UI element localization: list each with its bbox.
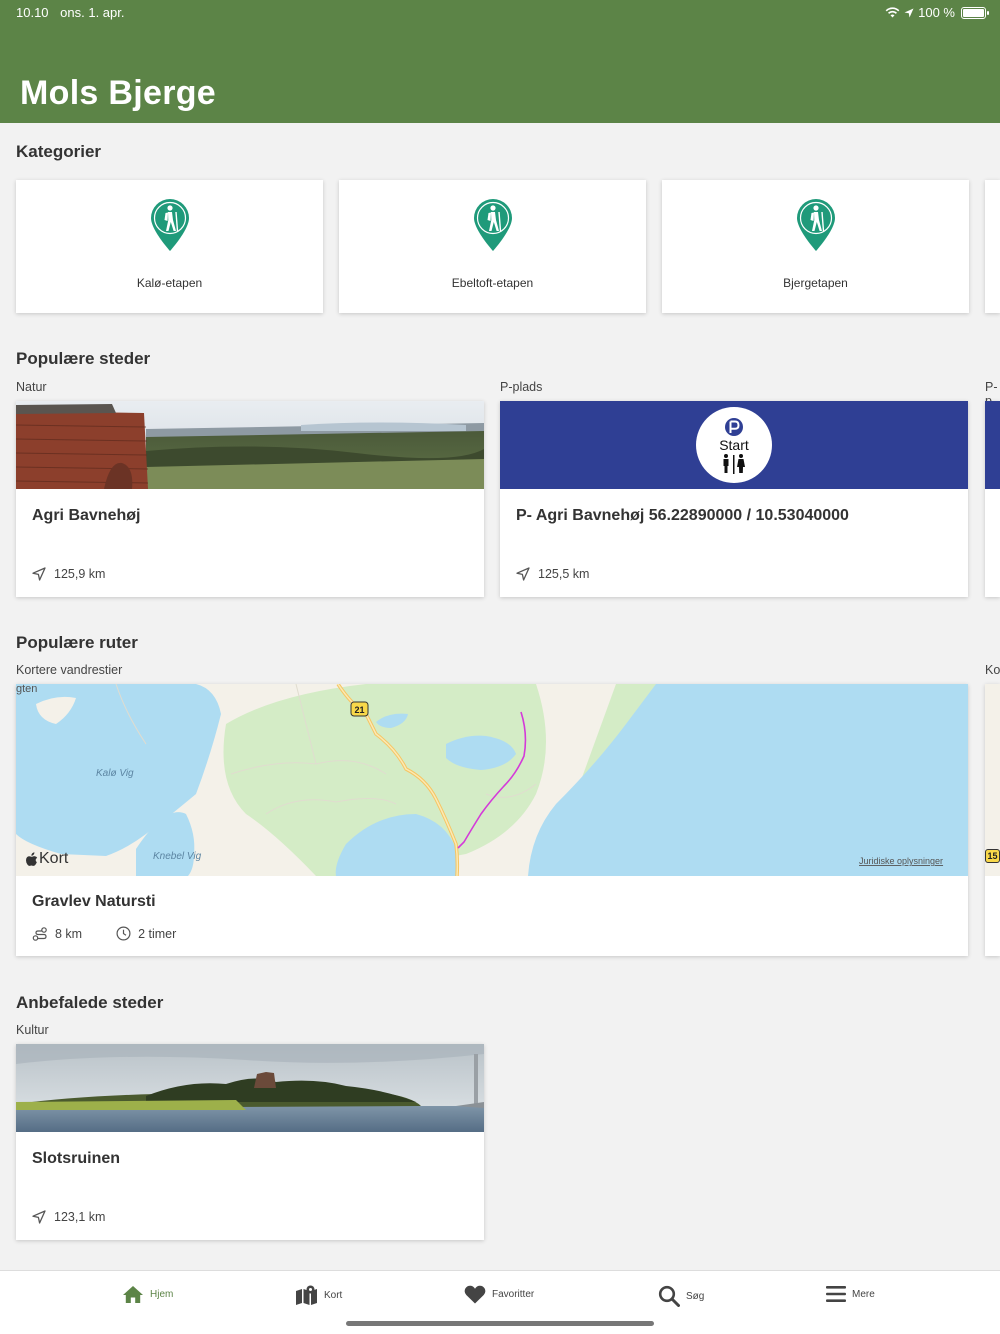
route-card-gravlev-natursti[interactable]: 21 gten Kalø Vig Knebel Vig Juridiske op… [16, 684, 968, 956]
hiker-pin-icon [796, 199, 835, 251]
landscape-photo [16, 401, 484, 489]
map-water-label: Kalø Vig [96, 768, 134, 779]
map-brand-text: Kort [39, 850, 69, 867]
route-card-partial[interactable]: 15 [985, 684, 1000, 956]
location-arrow-icon [904, 8, 914, 17]
place-name: Slotsruinen [32, 1150, 121, 1167]
status-bar-right: 100 % [885, 5, 989, 20]
route-distance-icon [32, 926, 47, 941]
place-name: P- Agri Bavnehøj 56.22890000 / 10.530400… [516, 507, 849, 524]
section-title-popular-places: Populære steder [16, 349, 151, 368]
map-legal-link[interactable]: Juridiske oplysninger [859, 856, 943, 866]
tab-label: Favoritter [492, 1289, 535, 1300]
heart-icon [464, 1285, 486, 1304]
distance-value: 125,5 km [538, 567, 590, 581]
place-category-label: Natur [16, 380, 47, 394]
map-place-label: gten [16, 684, 37, 695]
route-meta: 8 km 2 timer [32, 926, 210, 941]
page-title: Mols Bjerge [20, 74, 217, 112]
category-card-partial[interactable] [985, 180, 1000, 313]
place-category-label: P-plads [500, 380, 543, 394]
category-card-ebeltoft[interactable]: Ebeltoft-etapen [339, 180, 646, 313]
place-distance: 125,5 km [516, 567, 589, 581]
place-card-p-agri-bavnehoj[interactable]: Start P- Agri Bavnehøj 56.22890000 / 10.… [500, 401, 968, 597]
section-title-categories: Kategorier [16, 142, 102, 161]
category-card-kalo[interactable]: Kalø-etapen [16, 180, 323, 313]
status-date: ons. 1. apr. [60, 5, 125, 20]
status-bar-left: 10.10 ons. 1. apr. [16, 5, 133, 20]
tab-search[interactable]: Søg [658, 1285, 704, 1307]
route-length-value: 8 km [55, 926, 83, 941]
home-indicator[interactable] [346, 1321, 654, 1326]
hamburger-menu-icon [826, 1286, 846, 1302]
distance-value: 125,9 km [54, 567, 106, 581]
map-water-label: Knebel Vig [153, 851, 202, 862]
place-name: Agri Bavnehøj [32, 507, 141, 524]
distance-value: 123,1 km [54, 1210, 106, 1224]
route-name: Gravlev Natursti [32, 893, 156, 910]
category-label: Kalø-etapen [136, 276, 203, 290]
tab-more[interactable]: Mere [826, 1285, 875, 1303]
map-icon [296, 1285, 317, 1305]
tab-favorites[interactable]: Favoritter [464, 1285, 534, 1304]
route-category-label-partial: Kor [985, 663, 1000, 677]
section-title-popular-routes: Populære ruter [16, 633, 138, 652]
place-distance: 123,1 km [32, 1210, 105, 1224]
navigation-arrow-icon [32, 567, 46, 581]
app-header: 10.10 ons. 1. apr. 100 % Mols Bjerge [0, 0, 1000, 123]
search-icon [658, 1285, 680, 1307]
tab-label: Hjem [150, 1289, 174, 1300]
road-number-badge: 15 [985, 849, 1000, 863]
route-map[interactable]: 21 gten Kalø Vig Knebel Vig Juridiske op… [16, 684, 968, 876]
status-time: 10.10 [16, 5, 49, 20]
navigation-arrow-icon [32, 1210, 46, 1224]
parking-badge-text: Start [719, 437, 749, 453]
clock-icon [116, 926, 131, 941]
place-card-partial[interactable] [985, 401, 1000, 597]
tab-home[interactable]: Hjem [122, 1285, 173, 1304]
tab-label: Mere [852, 1288, 875, 1300]
apple-logo-icon [26, 852, 38, 866]
section-title-recommended: Anbefalede steder [16, 993, 164, 1012]
category-card-bjergetapen[interactable]: Bjergetapen [662, 180, 969, 313]
tab-label: Kort [324, 1289, 343, 1301]
wifi-icon [885, 7, 900, 18]
road-number-label: 21 [354, 705, 364, 715]
tab-map[interactable]: Kort [295, 1285, 342, 1305]
battery-percent: 100 % [918, 5, 955, 20]
route-category-label: Kortere vandrestier [16, 663, 123, 677]
navigation-arrow-icon [516, 567, 530, 581]
tab-label: Søg [686, 1290, 705, 1302]
place-card-agri-bavnehoj[interactable]: Agri Bavnehøj 125,9 km [16, 401, 484, 597]
map-brand-logo: Kort [26, 850, 68, 868]
place-distance: 125,9 km [32, 567, 105, 581]
route-duration-value: 2 timer [138, 926, 177, 941]
category-label: Ebeltoft-etapen [451, 276, 534, 290]
home-icon [123, 1286, 143, 1303]
place-card-slotsruinen[interactable]: Slotsruinen 123,1 km [16, 1044, 484, 1240]
recommended-category-label: Kultur [16, 1023, 49, 1037]
route-length: 8 km [32, 927, 82, 941]
parking-banner: Start [500, 401, 968, 489]
hiker-pin-icon [150, 199, 189, 251]
hiker-pin-icon [473, 199, 512, 251]
castle-ruin-photo [16, 1044, 484, 1132]
battery-icon [961, 6, 989, 19]
category-label: Bjergetapen [783, 276, 848, 290]
route-duration: 2 timer [116, 926, 176, 941]
